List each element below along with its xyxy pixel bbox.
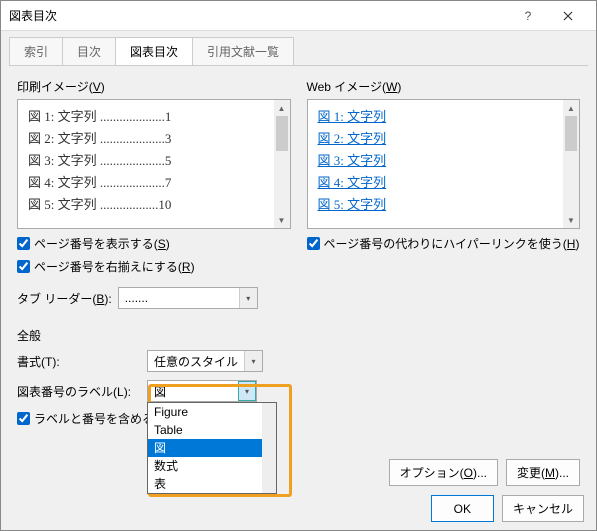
dropdown-option[interactable]: 表 [148, 475, 276, 493]
tab-leader-combo[interactable]: ....... ▾ [118, 287, 258, 309]
scroll-down-icon[interactable]: ▼ [563, 212, 579, 228]
format-label: 書式(T): [17, 353, 147, 370]
preview-line: 図 3: 文字列 ....................5 [28, 150, 286, 172]
web-link: 図 3: 文字列 [318, 153, 387, 168]
dropdown-option[interactable]: Figure [148, 403, 276, 421]
scrollbar[interactable]: ▲ ▼ [563, 100, 579, 228]
caption-label-combo[interactable]: 図 ▾ [147, 380, 257, 402]
format-combo[interactable]: 任意のスタイル ▾ [147, 350, 263, 372]
web-link: 図 5: 文字列 [318, 197, 387, 212]
scrollbar[interactable]: ▲ ▼ [274, 100, 290, 228]
help-button[interactable]: ? [508, 2, 548, 30]
include-label-checkbox[interactable] [17, 412, 30, 425]
web-link: 図 1: 文字列 [318, 109, 387, 124]
footer-buttons: OK キャンセル [431, 495, 584, 522]
general-section: 全般 書式(T): 任意のスタイル ▾ 図表番号のラベル(L): 図 ▾ [17, 327, 580, 427]
preview-line: 図 2: 文字列 ....................3 [28, 128, 286, 150]
dropdown-option[interactable]: 図 [148, 439, 276, 457]
preview-line: 図 5: 文字列 ..................10 [28, 194, 286, 216]
caption-label-label: 図表番号のラベル(L): [17, 383, 147, 400]
hyperlink-checkbox[interactable] [307, 237, 320, 250]
preview-line: 図 1: 文字列 ....................1 [28, 106, 286, 128]
include-label-text: ラベルと番号を含める [34, 410, 154, 427]
print-preview-label: 印刷イメージ(V) [17, 78, 291, 95]
web-link: 図 2: 文字列 [318, 131, 387, 146]
tab-table-of-figures[interactable]: 図表目次 [115, 37, 193, 65]
dropdown-option[interactable]: 数式 [148, 457, 276, 475]
scroll-down-icon[interactable]: ▼ [274, 212, 290, 228]
close-button[interactable] [548, 2, 588, 30]
scroll-up-icon[interactable]: ▲ [274, 100, 290, 116]
dialog-title: 図表目次 [9, 7, 508, 24]
tab-leader-row: タブ リーダー(B): ....... ▾ [17, 287, 291, 309]
right-align-checkbox[interactable] [17, 260, 30, 273]
show-page-number-check[interactable]: ページ番号を表示する(S) [17, 235, 291, 252]
dialog-table-of-figures: 図表目次 ? 索引 目次 図表目次 引用文献一覧 印刷イメージ(V) 図 1: … [0, 0, 597, 531]
tab-index[interactable]: 索引 [9, 37, 63, 65]
action-buttons: オプション(O)... 変更(M)... [389, 459, 580, 486]
ok-button[interactable]: OK [431, 495, 494, 522]
scroll-up-icon[interactable]: ▲ [563, 100, 579, 116]
tab-toc[interactable]: 目次 [62, 37, 116, 65]
preview-line: 図 4: 文字列 ....................7 [28, 172, 286, 194]
show-page-number-checkbox[interactable] [17, 237, 30, 250]
right-align-check[interactable]: ページ番号を右揃えにする(R) [17, 258, 291, 275]
tab-leader-label: タブ リーダー(B): [17, 290, 112, 307]
chevron-down-icon: ▾ [239, 288, 257, 308]
options-button[interactable]: オプション(O)... [389, 459, 498, 486]
close-icon [563, 11, 573, 21]
modify-button[interactable]: 変更(M)... [506, 459, 580, 486]
tab-strip: 索引 目次 図表目次 引用文献一覧 [1, 31, 596, 65]
general-title: 全般 [17, 327, 580, 344]
dropdown-option[interactable]: Table [148, 421, 276, 439]
chevron-down-icon: ▾ [244, 351, 262, 371]
caption-label-dropdown[interactable]: Figure Table 図 数式 表 [147, 402, 277, 494]
titlebar: 図表目次 ? [1, 1, 596, 31]
chevron-down-icon: ▾ [238, 381, 256, 401]
cancel-button[interactable]: キャンセル [502, 495, 584, 522]
web-link: 図 4: 文字列 [318, 175, 387, 190]
print-preview-box: 図 1: 文字列 ....................1 図 2: 文字列 … [17, 99, 291, 229]
tab-citations[interactable]: 引用文献一覧 [192, 37, 294, 65]
web-preview-box: 図 1: 文字列 図 2: 文字列 図 3: 文字列 図 4: 文字列 図 5:… [307, 99, 581, 229]
web-preview-label: Web イメージ(W) [307, 78, 581, 95]
scrollbar[interactable] [262, 403, 276, 493]
hyperlink-check[interactable]: ページ番号の代わりにハイパーリンクを使う(H) [307, 235, 581, 252]
